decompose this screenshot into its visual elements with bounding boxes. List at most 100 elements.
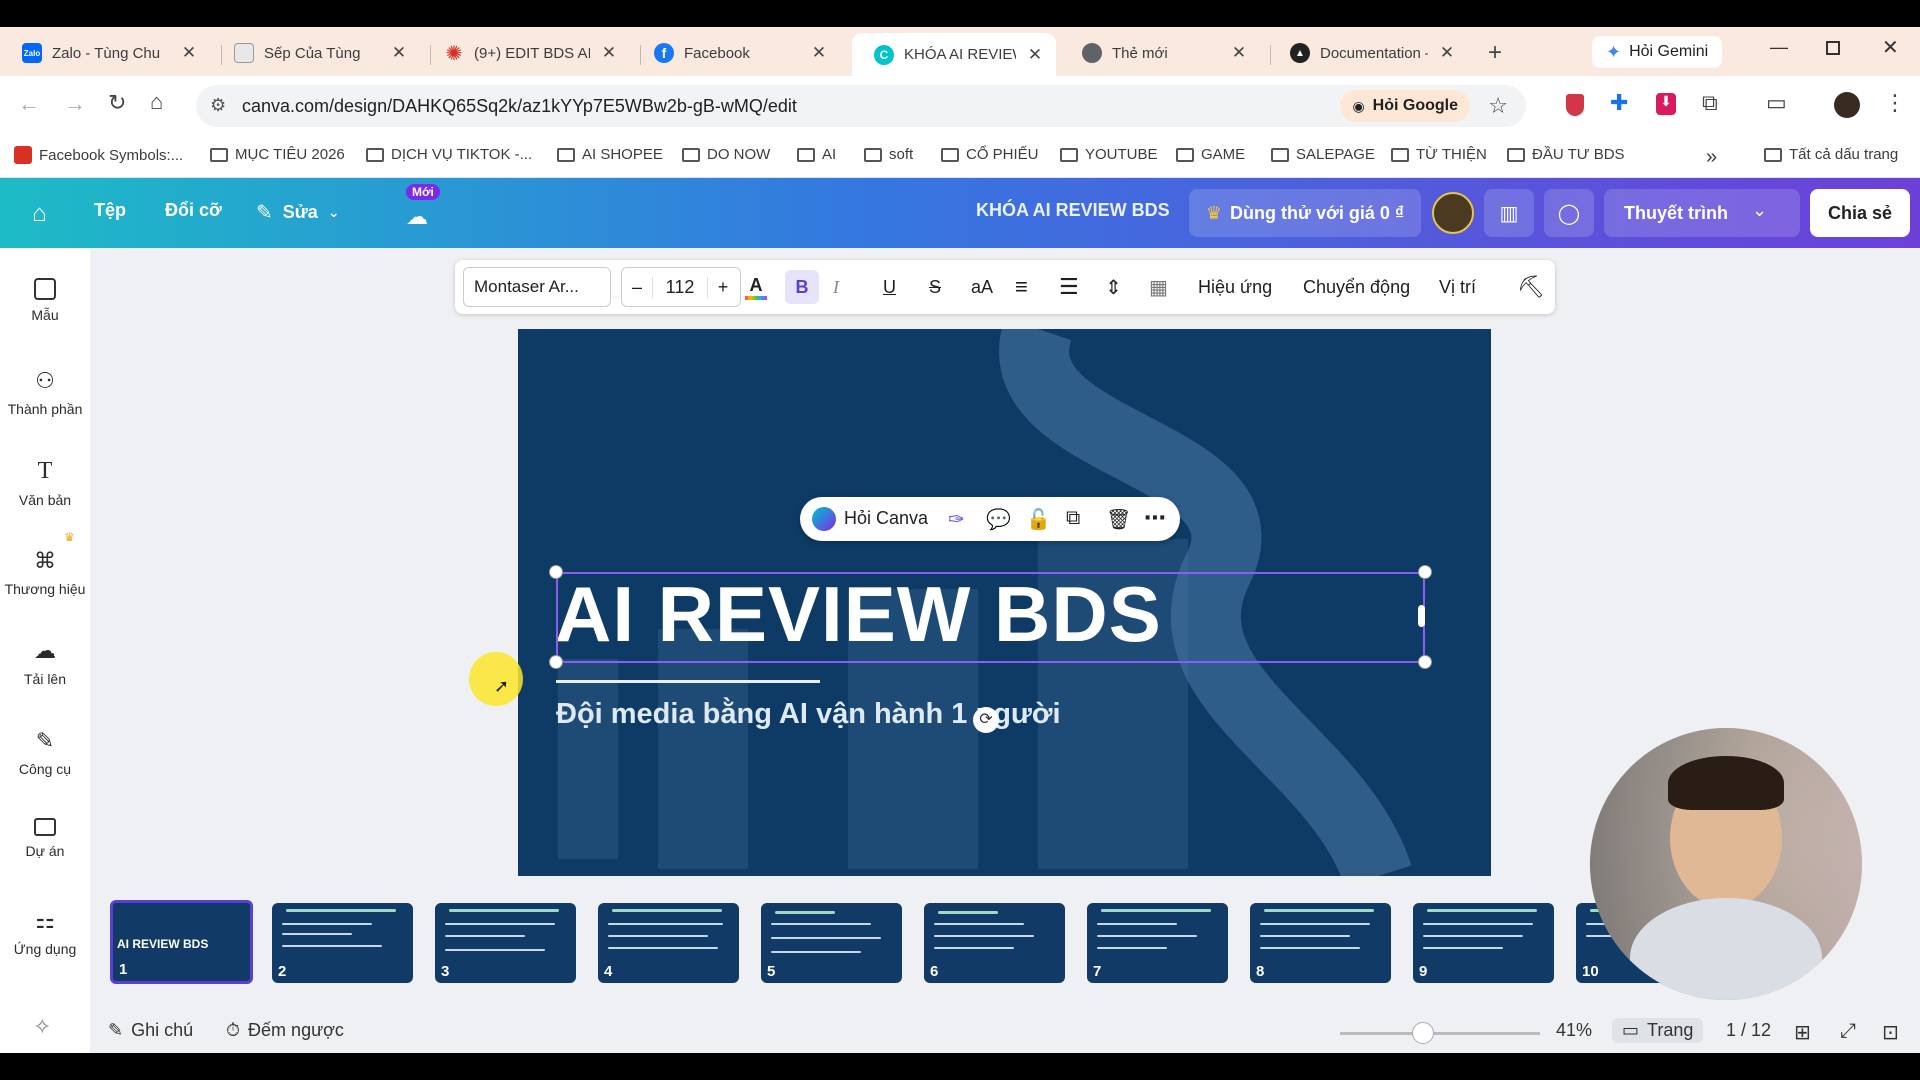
page-counter[interactable]: 1 / 12	[1726, 1020, 1771, 1041]
edit-menu[interactable]: ✎ Sửa ⌄	[256, 200, 340, 225]
page-thumbnail[interactable]: 8	[1250, 903, 1391, 983]
profile-avatar[interactable]	[1834, 92, 1860, 118]
sidebar-item-brand[interactable]: ⌘ Thương hiệu	[0, 548, 90, 597]
home-icon[interactable]: ⌂	[32, 200, 47, 228]
chevron-down-icon[interactable]: ⌄	[1752, 200, 1767, 221]
avatar[interactable]	[1432, 192, 1474, 234]
file-menu[interactable]: Tệp	[94, 200, 126, 221]
new-tab-button[interactable]: +	[1488, 39, 1502, 67]
bookmark-facebook-symbols[interactable]: Facebook Symbols:...	[14, 146, 183, 164]
bookmark-folder[interactable]: YOUTUBE	[1060, 146, 1158, 163]
page-thumbnail[interactable]: 4	[598, 903, 739, 983]
resize-handle[interactable]	[1418, 655, 1432, 669]
close-icon[interactable]: ✕	[1026, 45, 1044, 65]
notes-button[interactable]: ✎ Ghi chú	[108, 1020, 193, 1041]
bookmark-folder[interactable]: DỊCH VỤ TIKTOK -...	[366, 146, 532, 163]
bookmark-folder[interactable]: AI	[797, 146, 836, 163]
close-icon[interactable]: ✕	[390, 43, 408, 63]
decrease-size-button[interactable]: –	[622, 277, 652, 298]
tab-edit-bds-ai[interactable]: ✺ (9+) EDIT BDS AI | ✕	[422, 33, 630, 73]
side-panel-icon[interactable]: ▭	[1766, 90, 1787, 116]
letter-case-button[interactable]: aA	[971, 260, 993, 314]
italic-icon[interactable]: I	[833, 260, 839, 314]
bookmark-folder[interactable]: TỪ THIỆN	[1391, 146, 1487, 163]
tab-facebook[interactable]: f Facebook ✕	[632, 33, 840, 73]
bookmark-folder[interactable]: MỤC TIÊU 2026	[210, 146, 345, 163]
document-title[interactable]: KHÓA AI REVIEW BDS	[976, 200, 1170, 221]
bookmark-star-icon[interactable]: ☆	[1488, 93, 1508, 119]
close-icon[interactable]: ✕	[1438, 43, 1456, 63]
slide-canvas[interactable]: AI REVIEW BDS Đội media bằng AI vận hành…	[518, 329, 1491, 876]
resize-handle[interactable]	[549, 565, 563, 579]
reload-icon[interactable]: ↻	[108, 90, 126, 116]
side-handle[interactable]	[1418, 605, 1425, 627]
transparency-icon[interactable]: ▦	[1149, 260, 1168, 314]
bookmark-folder[interactable]: CỔ PHIẾU	[941, 146, 1039, 163]
page-thumbnail[interactable]: 7	[1087, 903, 1228, 983]
sidebar-item-uploads[interactable]: ☁ Tải lên	[0, 638, 90, 687]
page-thumbnail[interactable]: 5	[761, 903, 902, 983]
zoom-slider[interactable]	[1340, 1032, 1540, 1035]
timer-button[interactable]: ⏱ Đếm ngược	[226, 1020, 344, 1041]
tab-zalo[interactable]: Zalo Zalo - Tùng Chu ✕	[0, 33, 210, 73]
paint-format-icon[interactable]: ⛏	[1517, 260, 1545, 314]
menu-kebab-icon[interactable]: ⋮	[1884, 90, 1906, 116]
spacing-icon[interactable]: ⇕	[1105, 260, 1122, 314]
minimize-button[interactable]: —	[1770, 37, 1788, 58]
resize-handle[interactable]	[549, 655, 563, 669]
page-thumbnail[interactable]: 3	[435, 903, 576, 983]
extensions-icon[interactable]: ⧉	[1702, 90, 1718, 116]
gemini-button[interactable]: ✦ Hỏi Gemini	[1592, 36, 1723, 68]
sidebar-item-tools[interactable]: ✎ Công cụ	[0, 728, 90, 777]
more-options-icon[interactable]: ⋯	[1144, 505, 1166, 531]
bookmarks-overflow-button[interactable]: »	[1706, 146, 1717, 169]
share-button[interactable]: Chia sẻ	[1810, 189, 1910, 237]
tab-sep-cua-tung[interactable]: Sếp Của Tùng ✕	[212, 33, 420, 73]
bookmark-folder[interactable]: SALEPAGE	[1271, 146, 1375, 163]
grid-view-icon[interactable]: ⊞	[1794, 1020, 1811, 1045]
strikethrough-icon[interactable]: S	[929, 260, 941, 314]
align-left-icon[interactable]: ≡	[1015, 260, 1028, 314]
bookmark-folder[interactable]: GAME	[1176, 146, 1245, 163]
sidebar-item-projects[interactable]: Dự án	[0, 818, 90, 859]
position-button[interactable]: Vị trí	[1439, 260, 1476, 314]
pages-button[interactable]: ▭ Trang	[1612, 1018, 1704, 1043]
back-icon[interactable]: ←	[18, 91, 40, 117]
text-color-button[interactable]: A	[745, 260, 767, 314]
hoi-google-button[interactable]: ◉ Hỏi Google	[1340, 90, 1470, 122]
sidebar-item-apps[interactable]: ⚏ Ứng dụng	[0, 908, 90, 957]
address-bar[interactable]: ⚙ canva.com/design/DAHKQ65Sq2k/az1kYYp7E…	[196, 85, 1526, 127]
comment-icon[interactable]: ◯	[1544, 189, 1594, 237]
magic-edit-icon[interactable]: ✑	[948, 507, 965, 532]
page-thumbnail[interactable]: 2	[272, 903, 413, 983]
duplicate-icon[interactable]: ⧉	[1066, 507, 1080, 530]
font-size-value[interactable]: 112	[652, 276, 708, 298]
present-button[interactable]: Thuyết trình	[1604, 189, 1800, 237]
restore-button[interactable]	[1826, 41, 1840, 55]
list-icon[interactable]: ☰	[1059, 260, 1079, 314]
forward-icon[interactable]: →	[64, 91, 86, 117]
bookmark-folder[interactable]: soft	[864, 146, 913, 163]
close-icon[interactable]: ✕	[810, 43, 828, 63]
tab-documentation[interactable]: ▲ Documentation – ✕	[1268, 33, 1468, 73]
page-thumbnail[interactable]: 6	[924, 903, 1065, 983]
insights-icon[interactable]: ▥	[1484, 189, 1534, 237]
download-extension-icon[interactable]: ⬇	[1656, 93, 1676, 115]
help-icon[interactable]: ⊡	[1882, 1020, 1899, 1045]
close-icon[interactable]: ✕	[600, 43, 618, 63]
effects-button[interactable]: Hiệu ứng	[1198, 260, 1272, 314]
sidebar-item-templates[interactable]: Mẫu	[0, 278, 90, 323]
resize-handle[interactable]	[1418, 565, 1432, 579]
page-thumbnail[interactable]: 9	[1413, 903, 1554, 983]
home-icon[interactable]: ⌂	[150, 89, 163, 115]
close-icon[interactable]: ✕	[1230, 43, 1248, 63]
magic-icon[interactable]: ✧	[33, 1014, 51, 1040]
ublock-icon[interactable]	[1566, 94, 1584, 116]
cloud-sync-icon[interactable]: ☁	[406, 204, 428, 230]
site-info-icon[interactable]: ⚙	[210, 95, 226, 116]
underline-icon[interactable]: U	[883, 260, 896, 314]
bold-icon[interactable]: B	[785, 270, 819, 304]
lock-icon[interactable]: 🔓	[1026, 507, 1051, 532]
increase-size-button[interactable]: +	[708, 277, 738, 298]
all-bookmarks-folder[interactable]: Tất cả dấu trang	[1764, 146, 1898, 163]
